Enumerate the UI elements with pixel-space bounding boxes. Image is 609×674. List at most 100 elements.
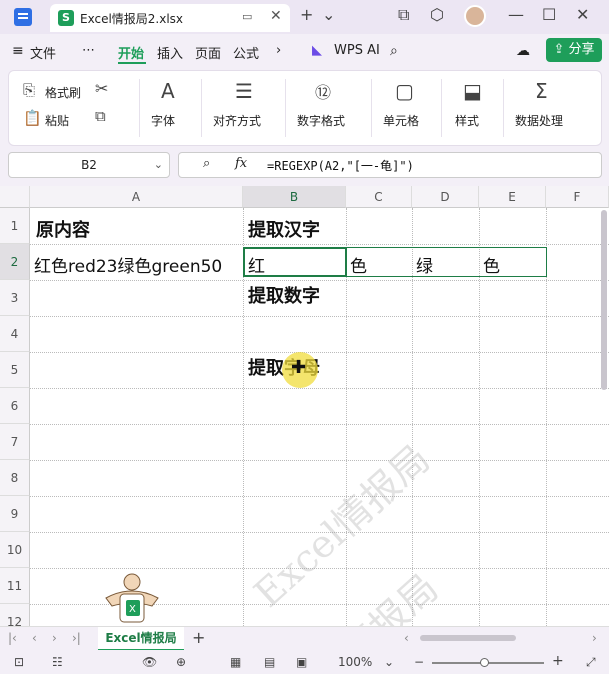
list-view-icon[interactable]: ☷ (52, 655, 63, 669)
wps-home-icon[interactable] (14, 8, 32, 26)
eye-icon[interactable]: 👁 (142, 655, 157, 669)
tab-formula[interactable]: 公式 (233, 43, 259, 62)
cut-icon[interactable]: ✂ (95, 79, 108, 98)
excel-mascot-icon: X (105, 573, 159, 623)
crosshair-icon[interactable]: ⊕ (176, 655, 186, 669)
vertical-scrollbar[interactable] (601, 210, 607, 390)
monitor-icon[interactable]: ▭ (242, 10, 252, 23)
sheet-tab-excel[interactable]: Excel情报局 (98, 627, 184, 651)
chevron-down-icon[interactable]: ⌄ (384, 655, 394, 669)
last-sheet-icon[interactable]: ›| (72, 631, 81, 645)
share-button[interactable]: ⇪ 分享 (546, 38, 602, 62)
column-header-c[interactable]: C (346, 186, 412, 208)
column-header-f[interactable]: F (546, 186, 609, 208)
cell-a1[interactable]: 原内容 (36, 216, 90, 242)
gridline (30, 244, 609, 245)
gridline (30, 280, 609, 281)
chevron-down-icon[interactable]: ⌄ (154, 153, 163, 177)
column-header-d[interactable]: D (412, 186, 479, 208)
column-header-a[interactable]: A (30, 186, 243, 208)
format-painter-button[interactable]: 格式刷 (45, 84, 81, 101)
scroll-left-icon[interactable]: ‹ (404, 631, 409, 645)
next-sheet-icon[interactable]: › (52, 631, 57, 645)
prev-sheet-icon[interactable]: ‹ (32, 631, 37, 645)
row-header-3[interactable]: 3 (0, 280, 30, 316)
page-break-icon[interactable]: ▣ (296, 655, 307, 669)
cell-b3[interactable]: 提取数字 (248, 282, 320, 308)
style-button[interactable]: 样式 (455, 112, 479, 129)
avatar[interactable] (464, 5, 486, 27)
copy-icon[interactable]: ⧉ (95, 107, 106, 125)
zoom-out-button[interactable]: − (414, 655, 424, 669)
row-header-8[interactable]: 8 (0, 460, 30, 496)
row-header-4[interactable]: 4 (0, 316, 30, 352)
first-sheet-icon[interactable]: |‹ (8, 631, 17, 645)
add-sheet-button[interactable]: + (192, 628, 205, 647)
row-header-6[interactable]: 6 (0, 388, 30, 424)
align-button[interactable]: 对齐方式 (213, 112, 261, 129)
document-title: Excel情报局2.xlsx (80, 12, 184, 26)
normal-view-icon[interactable]: ▦ (230, 655, 241, 669)
maximize-icon[interactable]: ☐ (542, 5, 556, 24)
title-bar: S Excel情报局2.xlsx ▭ ✕ + ⌄ ⧉ ⬡ — ☐ ✕ (0, 0, 609, 34)
page-layout-icon[interactable]: ▤ (264, 655, 275, 669)
fx-icon[interactable]: fx (235, 156, 247, 171)
zoom-formula-icon[interactable]: ⌕ (203, 156, 210, 171)
fullscreen-icon[interactable]: ⤢ (586, 655, 596, 670)
hamburger-icon[interactable]: ≡ (12, 43, 24, 59)
cloud-upload-icon[interactable]: ☁ (516, 43, 530, 59)
macro-record-icon[interactable]: ⊡ (14, 655, 24, 669)
document-tab[interactable]: S Excel情报局2.xlsx ▭ ✕ (50, 4, 290, 32)
menu-more[interactable]: ⋯ (82, 43, 95, 58)
column-header-e[interactable]: E (479, 186, 546, 208)
menu-file[interactable]: 文件 (30, 43, 56, 62)
spreadsheet-grid[interactable]: A B C D E F 1 2 3 4 5 6 7 8 9 10 11 12 原… (0, 186, 609, 626)
cell-button[interactable]: 单元格 (383, 112, 419, 129)
cell-b1[interactable]: 提取汉字 (248, 216, 320, 242)
gridline (30, 424, 609, 425)
minimize-icon[interactable]: — (508, 5, 524, 24)
cell-a2[interactable]: 红色red23绿色green50 (34, 252, 222, 277)
row-header-2[interactable]: 2 (0, 244, 30, 280)
tab-home[interactable]: 开始 (118, 43, 144, 62)
row-header-12[interactable]: 12 (0, 604, 30, 626)
formula-input[interactable]: ⌕ fx =REGEXP(A2,"[一-龟]") (178, 152, 602, 178)
data-processing-button[interactable]: 数据处理 (515, 112, 563, 129)
tab-page[interactable]: 页面 (195, 43, 221, 62)
font-button[interactable]: 字体 (151, 112, 175, 129)
horizontal-scrollbar[interactable] (420, 635, 516, 641)
zoom-level[interactable]: 100% (338, 655, 372, 669)
active-cell-border (243, 247, 347, 277)
name-box[interactable]: B2 ⌄ (8, 152, 170, 178)
number-format-button[interactable]: 数字格式 (297, 112, 345, 129)
row-header-1[interactable]: 1 (0, 208, 30, 244)
window-close-icon[interactable]: ✕ (576, 5, 589, 24)
chevron-right-icon[interactable]: › (276, 43, 281, 58)
chevron-down-icon[interactable]: ⌄ (322, 5, 335, 24)
row-header-5[interactable]: 5 (0, 352, 30, 388)
formula-bar: B2 ⌄ ⌕ fx =REGEXP(A2,"[一-龟]") (8, 152, 602, 178)
window-restore-icon[interactable]: ⧉ (398, 5, 409, 25)
divider (139, 79, 140, 137)
wps-ai-button[interactable]: WPS AI (334, 43, 380, 58)
scroll-right-icon[interactable]: › (592, 631, 597, 645)
search-icon[interactable]: ⌕ (390, 43, 398, 59)
select-all-corner[interactable] (0, 186, 30, 208)
tab-insert[interactable]: 插入 (157, 43, 183, 62)
zoom-in-button[interactable]: + (552, 653, 564, 669)
zoom-slider-handle[interactable] (480, 658, 489, 667)
style-icon: ⬓ (463, 79, 482, 103)
cube-icon[interactable]: ⬡ (430, 5, 444, 24)
paste-button[interactable]: 粘贴 (45, 112, 69, 129)
row-header-9[interactable]: 9 (0, 496, 30, 532)
column-header-b[interactable]: B (243, 186, 346, 208)
row-header-10[interactable]: 10 (0, 532, 30, 568)
close-icon[interactable]: ✕ (270, 8, 282, 24)
row-header-11[interactable]: 11 (0, 568, 30, 604)
row-header-7[interactable]: 7 (0, 424, 30, 460)
gridline (30, 496, 609, 497)
divider (503, 79, 504, 137)
new-tab-icon[interactable]: + (300, 5, 313, 24)
ribbon-toolbar: ⎘ 格式刷 ✂ 📋 粘贴 ⧉ A 字体 ☰ 对齐方式 ⑫ 数字格式 ▢ 单元格 … (8, 70, 602, 146)
divider (285, 79, 286, 137)
